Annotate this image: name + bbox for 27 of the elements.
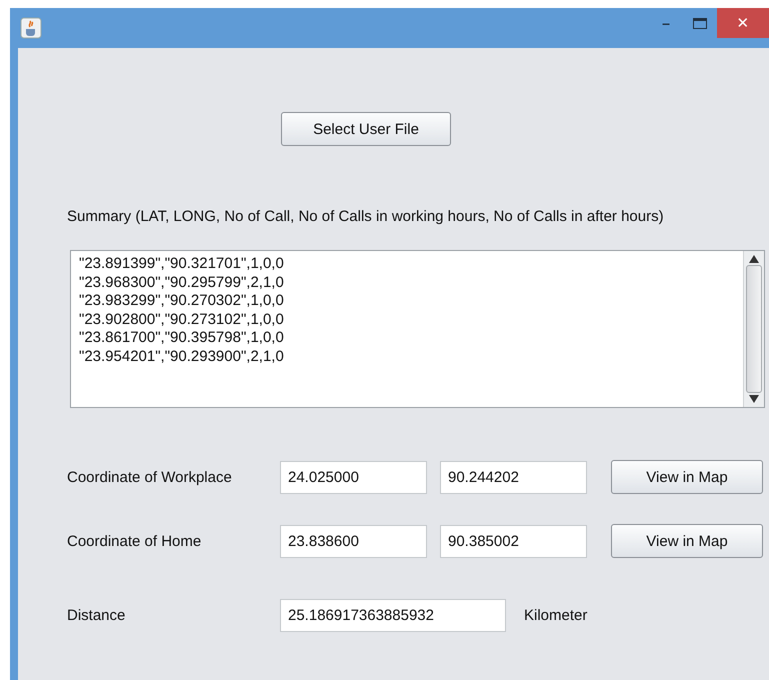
distance-field[interactable]: 25.186917363885932	[280, 599, 506, 632]
longitude-field[interactable]: 90.244202	[440, 460, 587, 494]
view-map-button[interactable]: View in Map	[611, 460, 763, 494]
summary-line: "23.968300","90.295799",2,1,0	[79, 274, 285, 292]
summary-line: "23.891399","90.321701",1,0,0	[79, 255, 285, 274]
down-arrow-icon	[749, 395, 759, 403]
view-map-button[interactable]: View in Map	[611, 524, 763, 558]
latitude-field[interactable]: 24.025000	[280, 460, 427, 494]
cup-icon	[20, 17, 42, 39]
maximize-icon	[693, 18, 707, 28]
summary-line: "23.983299","90.270302",1,0,0	[79, 292, 285, 310]
summary-line: "23.861700","90.395798",1,0,0	[79, 329, 285, 348]
close-button[interactable]: ✕	[717, 8, 769, 38]
summary-label: Summary (LAT, LONG, No of Call, No of Calls in working hours, No of Calls in after hours)	[67, 208, 664, 225]
latitude-field[interactable]: 23.838600	[280, 524, 427, 558]
up-arrow-icon	[749, 255, 759, 263]
summary-line: "23.954201","90.293900",2,1,0	[79, 348, 285, 366]
select-file-button[interactable]: Select User File	[281, 112, 451, 146]
coordinate-label: Coordinate of Workplace	[67, 468, 233, 486]
scroll-bar[interactable]	[743, 251, 764, 407]
summary-text-area[interactable]: "23.891399","90.321701",1,0,0 "23.968300","90.295799",2,1,0 "23.983299","90.270302",1,0,0 "23.902800","90.273102",1,0,0 "23.861700","90.395798",1,0,0 "23.954201","90.293900",2,1,0	[70, 250, 765, 408]
longitude-field[interactable]: 90.385002	[440, 524, 587, 558]
distance-label: Distance	[67, 607, 126, 624]
summary-line: "23.902800","90.273102",1,0,0	[79, 310, 285, 329]
minimize-button[interactable]: –	[649, 8, 683, 38]
unit-label: Kilometer	[524, 607, 588, 624]
coordinate-label: Coordinate of Home	[67, 532, 202, 550]
